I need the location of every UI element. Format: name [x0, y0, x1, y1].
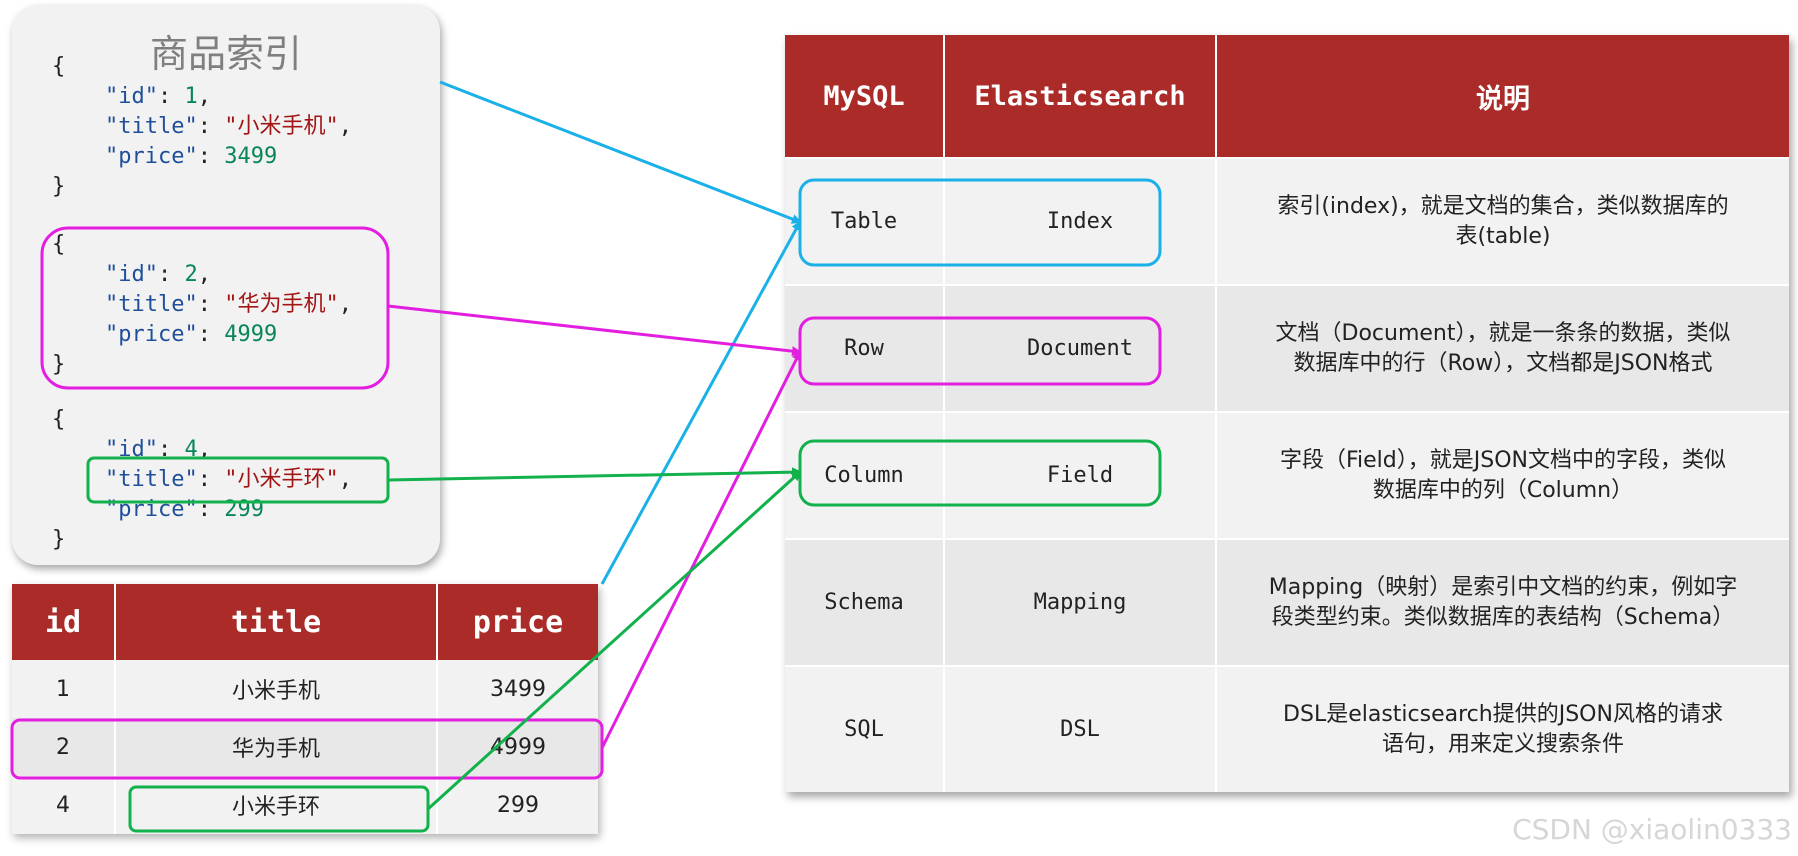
connector-overlay [10, 80, 1162, 833]
highlight-box-title-cell [128, 785, 430, 833]
arrow-row-to-document [600, 350, 802, 749]
highlight-box-row-2 [10, 718, 604, 780]
watermark: CSDN @xiaolin0333 [1512, 813, 1792, 846]
highlight-box-title-field [86, 456, 390, 504]
arrow-table-to-index [600, 220, 802, 585]
highlight-box-row-document [798, 316, 1162, 386]
arrow-index-to-index [439, 80, 802, 224]
arrow-doc-to-document [387, 304, 802, 357]
arrow-column-to-field [426, 470, 802, 811]
highlight-box-table-index [798, 178, 1162, 267]
highlight-box-column-field [798, 439, 1162, 507]
highlight-box-doc-2 [40, 226, 390, 390]
